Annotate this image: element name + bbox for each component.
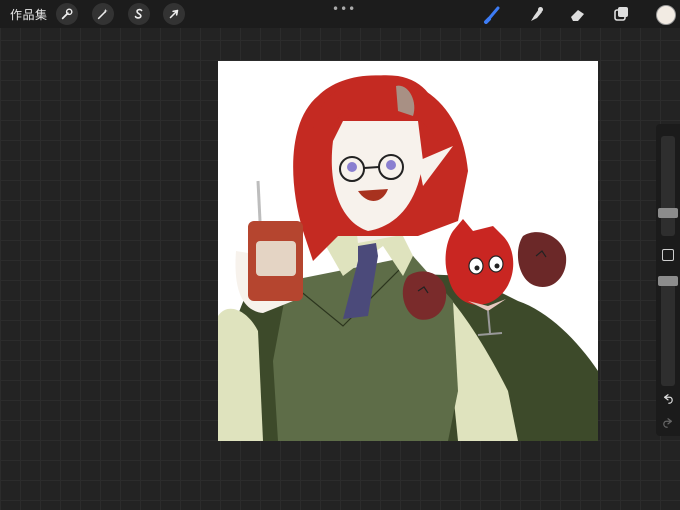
actions-button[interactable] [56, 3, 78, 25]
selection-button[interactable] [128, 3, 150, 25]
brush-tool[interactable] [482, 4, 504, 24]
wrench-icon [61, 8, 73, 20]
eraser-icon [571, 10, 584, 21]
layers-button[interactable] [610, 4, 632, 24]
arrow-cursor-icon [169, 9, 179, 19]
artwork-illustration [218, 75, 598, 441]
color-picker-button[interactable] [656, 5, 676, 25]
eraser-tool[interactable] [567, 4, 589, 24]
brush-icon [484, 6, 500, 24]
top-toolbar: 作品集 ••• [0, 0, 680, 28]
magic-wand-icon [97, 8, 108, 20]
opacity-slider[interactable] [661, 276, 675, 386]
selection-s-icon [134, 8, 143, 19]
redo-icon [663, 418, 673, 428]
brush-size-slider[interactable] [661, 136, 675, 236]
brush-size-thumb[interactable] [658, 208, 678, 218]
adjustments-button[interactable] [92, 3, 114, 25]
transform-button[interactable] [163, 3, 185, 25]
smudge-tool[interactable] [525, 4, 547, 24]
layers-icon [614, 7, 628, 21]
modifier-button[interactable] [662, 249, 674, 261]
undo-icon [663, 394, 673, 404]
smudge-finger-icon [531, 7, 543, 21]
gallery-button[interactable]: 作品集 [10, 6, 48, 23]
opacity-thumb[interactable] [658, 276, 678, 286]
more-menu[interactable]: ••• [332, 2, 356, 16]
redo-button[interactable] [661, 416, 675, 430]
right-sidebar [656, 124, 680, 436]
undo-button[interactable] [661, 392, 675, 406]
drawing-canvas[interactable] [218, 61, 598, 441]
